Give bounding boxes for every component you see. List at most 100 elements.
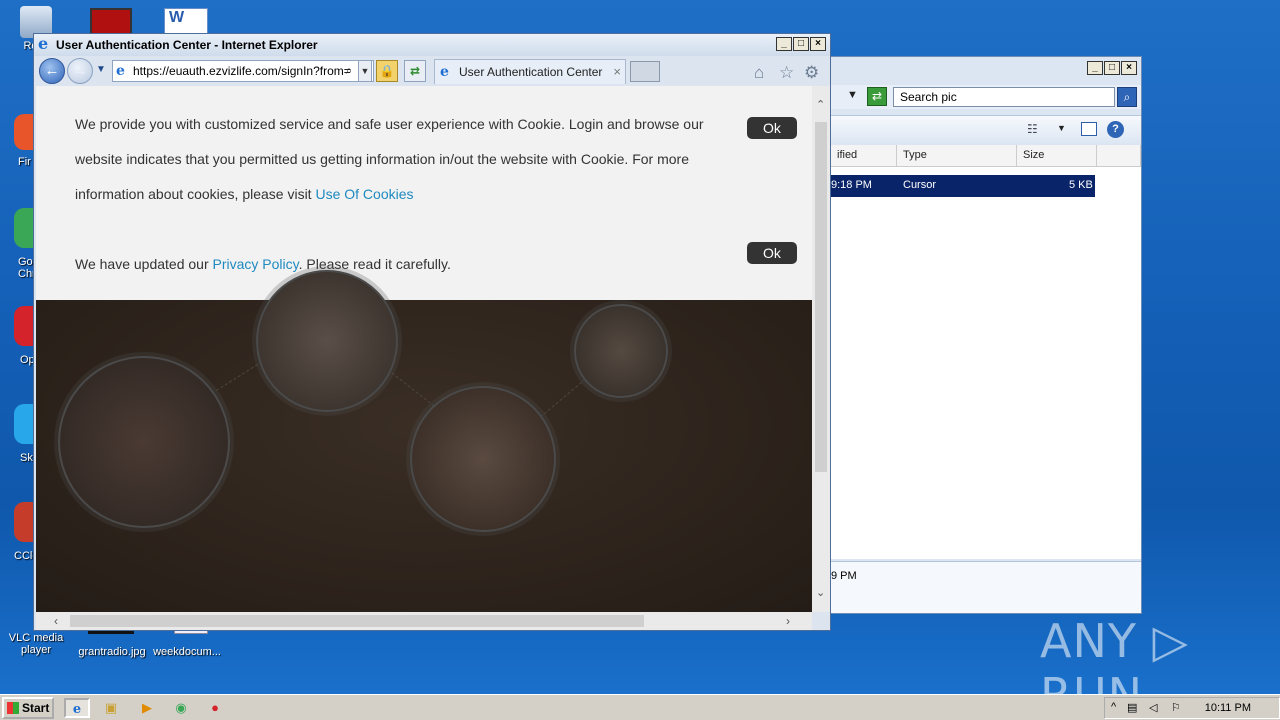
chevron-down-icon[interactable]: ▼ — [847, 89, 858, 101]
clock[interactable]: 10:11 PM — [1205, 702, 1251, 714]
family-image — [410, 386, 556, 532]
tab-label: User Authentication Center — [459, 65, 603, 79]
cookie-text-line3: information about cookies, please visit … — [75, 186, 414, 202]
chevron-up-icon[interactable]: ^ — [1111, 701, 1116, 713]
file-size: 5 KB — [1069, 179, 1093, 191]
chevron-down-icon[interactable]: ▼ — [96, 64, 106, 75]
details-pane: 9 PM — [831, 561, 1141, 613]
column-header-type[interactable]: Type — [897, 145, 1017, 167]
column-header-size[interactable]: Size — [1017, 145, 1097, 167]
acrobat-icon[interactable] — [90, 8, 132, 36]
chevron-down-icon[interactable]: ▼ — [358, 60, 372, 82]
back-icon[interactable]: ← — [39, 58, 65, 84]
flag-icon[interactable]: ⚐ — [1171, 701, 1181, 714]
privacy-policy-link[interactable]: Privacy Policy — [213, 256, 299, 272]
close-button[interactable]: × — [810, 37, 826, 51]
minimize-button[interactable]: _ — [1087, 61, 1103, 75]
address-url: https://euauth.ezvizlife.com/signIn?from… — [133, 64, 351, 78]
address-input[interactable]: e https://euauth.ezvizlife.com/signIn?fr… — [112, 60, 374, 82]
ie-page-icon: e — [440, 64, 449, 80]
background-illustration — [36, 270, 812, 612]
opera-icon[interactable] — [14, 306, 34, 346]
table-row[interactable]: 9:18 PM Cursor 5 KB — [831, 175, 1095, 197]
desktop-icon-label: grantradio.jpg — [78, 646, 146, 658]
ie-page-icon: e — [116, 63, 125, 79]
help-icon[interactable]: ? — [1107, 121, 1124, 138]
ccleaner-icon[interactable] — [14, 502, 34, 542]
search-icon[interactable]: ⌕ — [338, 60, 360, 82]
firefox-icon[interactable] — [14, 114, 34, 150]
explorer-window: _ □ × ▼ ⇄ Search pic ⌕ ☷ ▼ ? ified Type … — [830, 56, 1142, 614]
vertical-scrollbar[interactable]: ⌃ ⌄ — [812, 86, 830, 612]
column-header-date[interactable]: ified — [831, 145, 897, 167]
ie-logo-icon: e — [38, 34, 49, 53]
horizontal-scrollbar[interactable]: ‹ › — [36, 612, 812, 630]
refresh-icon[interactable]: ⇄ — [404, 60, 426, 82]
home-icon[interactable]: ⌂ — [754, 63, 764, 83]
ie-window: e User Authentication Center - Internet … — [33, 33, 831, 631]
close-tab-icon[interactable]: × — [613, 64, 621, 79]
grantradio-desktop-icon[interactable]: grantradio.jpg — [74, 626, 150, 658]
cookie-text-prefix: information about cookies, please visit — [75, 186, 316, 202]
file-type: Cursor — [903, 179, 937, 191]
search-icon[interactable]: ⌕ — [1117, 87, 1137, 107]
view-options-icon[interactable]: ☷ — [1027, 122, 1038, 136]
file-list: ified Type Size 9:18 PM Cursor 5 KB — [831, 145, 1141, 559]
cookie-ok-button[interactable]: Ok — [747, 117, 797, 139]
maximize-button[interactable]: □ — [1104, 61, 1120, 75]
volume-icon[interactable]: ◁ — [1149, 701, 1157, 714]
taskbar-media-player-icon[interactable]: ▶ — [134, 698, 160, 718]
taskbar-chrome-icon[interactable]: ◉ — [168, 698, 194, 718]
tab-user-authentication[interactable]: e User Authentication Center × — [434, 59, 626, 84]
firefox-label[interactable]: Fir — [18, 156, 31, 168]
gear-icon[interactable]: ⚙ — [804, 63, 819, 83]
chevron-down-icon[interactable]: ▼ — [1057, 123, 1066, 133]
taskbar-ie-icon[interactable]: e — [64, 698, 90, 718]
skype-label[interactable]: Sk — [20, 452, 33, 464]
page-content: We provide you with customized service a… — [36, 86, 812, 612]
scroll-up-icon[interactable]: ⌃ — [816, 98, 825, 111]
vlc-desktop-icon[interactable]: VLC media player — [6, 632, 66, 656]
file-modified: 9:18 PM — [831, 179, 872, 191]
chrome-icon[interactable] — [14, 208, 34, 248]
start-button[interactable]: Start — [2, 697, 54, 719]
scroll-right-icon[interactable]: › — [786, 614, 790, 628]
network-icon[interactable]: ▤ — [1127, 701, 1137, 714]
skype-icon[interactable] — [14, 404, 34, 444]
column-header-extra[interactable] — [1097, 145, 1141, 167]
system-tray: ^ ▤ ◁ ⚐ 10:11 PM — [1104, 697, 1280, 719]
dog-image — [574, 304, 668, 398]
ie-title-bar: e User Authentication Center - Internet … — [34, 34, 830, 56]
preview-pane-icon[interactable] — [1081, 122, 1097, 136]
shopping-image — [256, 270, 398, 412]
lock-icon[interactable]: 🔒 — [376, 60, 398, 82]
scroll-left-icon[interactable]: ‹ — [54, 614, 58, 628]
weekdocument-desktop-icon[interactable]: weekdocum... — [150, 626, 224, 658]
maximize-button[interactable]: □ — [793, 37, 809, 51]
close-button[interactable]: × — [1121, 61, 1137, 75]
refresh-icon[interactable]: ⇄ — [867, 87, 887, 106]
window-title: User Authentication Center - Internet Ex… — [56, 38, 318, 52]
clothing-store-image — [58, 356, 230, 528]
desktop-icon-label: weekdocum... — [153, 646, 221, 658]
minimize-button[interactable]: _ — [776, 37, 792, 51]
scroll-down-icon[interactable]: ⌄ — [816, 586, 825, 599]
start-label: Start — [22, 701, 50, 715]
taskbar: Start e ▣ ▶ ◉ ● ^ ▤ ◁ ⚐ 10:11 PM — [0, 694, 1280, 720]
taskbar-explorer-icon[interactable]: ▣ — [98, 698, 124, 718]
use-of-cookies-link[interactable]: Use Of Cookies — [315, 186, 413, 202]
explorer-toolbar: ☷ ▼ ? — [831, 115, 1141, 143]
new-tab-button[interactable] — [630, 61, 660, 82]
taskbar-opera-icon[interactable]: ● — [202, 698, 228, 718]
cookie-text-line2: website indicates that you permitted us … — [75, 151, 689, 167]
word-doc-icon[interactable]: W — [164, 8, 208, 36]
privacy-text-prefix: We have updated our — [75, 256, 213, 272]
privacy-ok-button[interactable]: Ok — [747, 242, 797, 264]
windows-logo-icon — [7, 702, 19, 714]
scroll-thumb[interactable] — [815, 122, 827, 472]
search-input[interactable]: Search pic — [893, 87, 1115, 107]
explorer-address-bar: ▼ ⇄ Search pic ⌕ — [831, 85, 1141, 109]
star-icon[interactable]: ☆ — [779, 63, 794, 83]
forward-icon[interactable]: → — [67, 58, 93, 84]
scroll-thumb[interactable] — [70, 615, 644, 627]
